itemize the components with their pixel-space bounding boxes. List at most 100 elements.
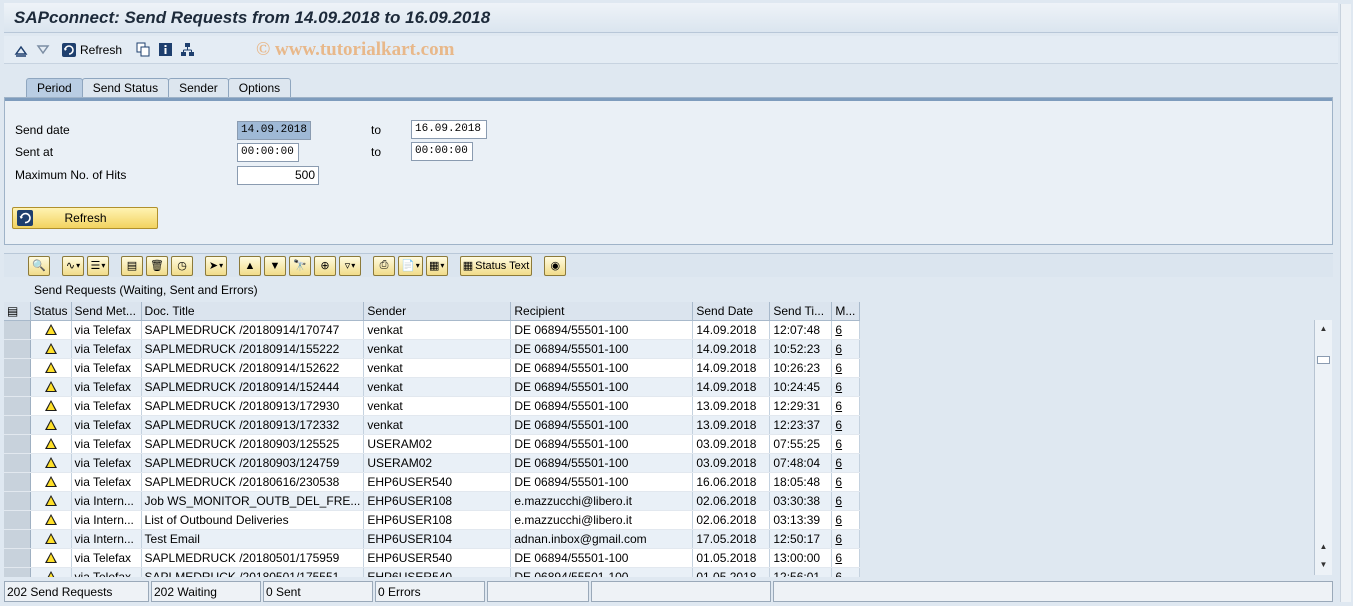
col-status[interactable]: Status xyxy=(30,302,72,321)
table-row[interactable]: via Telefax SAPLMEDRUCK /20180616/230538 E… xyxy=(4,472,861,492)
send-icon[interactable]: ➤ xyxy=(205,255,227,276)
table-row[interactable]: via Telefax SAPLMEDRUCK /20180903/124759 U… xyxy=(4,453,861,473)
row-selector[interactable] xyxy=(4,453,31,473)
info-icon[interactable] xyxy=(156,41,174,59)
table-row[interactable]: via Intern... List of Outbound Deliveries… xyxy=(4,510,861,530)
row-selector[interactable] xyxy=(4,548,31,568)
print-doc-icon[interactable]: ▤ xyxy=(121,255,143,276)
tab-send-status[interactable]: Send Status xyxy=(81,78,170,98)
sort-descending-icon[interactable]: ▼ xyxy=(264,255,286,276)
filter-icon[interactable]: ▿ xyxy=(339,255,361,276)
scroll-thumb[interactable] xyxy=(1317,356,1330,364)
row-selector[interactable] xyxy=(4,377,31,397)
m-cell[interactable]: 6 xyxy=(831,548,861,568)
print-icon[interactable]: ⎙ xyxy=(373,255,395,276)
sent-at-to-input[interactable]: 00:00:00 xyxy=(411,142,473,161)
graphic-icon[interactable]: ◉ xyxy=(544,255,567,276)
row-selector[interactable] xyxy=(4,472,31,492)
m-cell[interactable]: 6 xyxy=(831,453,861,473)
status-text-button[interactable]: ▦ Status Text xyxy=(459,255,533,276)
m-cell[interactable]: 6 xyxy=(831,320,861,340)
tab-options[interactable]: Options xyxy=(227,78,292,98)
select-icon[interactable]: ☰ xyxy=(87,255,109,276)
selection-panel: Send date 14.09.2018 to 16.09.2018 Sent … xyxy=(4,97,1333,245)
row-selector[interactable] xyxy=(4,434,31,454)
col-m[interactable]: M... xyxy=(831,302,861,321)
col-send-date[interactable]: Send Date xyxy=(692,302,771,321)
col-doc-title[interactable]: Doc. Title xyxy=(141,302,365,321)
row-selector[interactable] xyxy=(4,320,31,340)
clock-icon[interactable]: ◷ xyxy=(171,255,193,276)
m-cell[interactable]: 6 xyxy=(831,415,861,435)
table-row[interactable]: via Intern... Job WS_MONITOR_OUTB_DEL_FRE… xyxy=(4,491,861,511)
scroll-page-up-icon[interactable]: ▲ xyxy=(1315,538,1332,555)
sender-cell: venkat xyxy=(363,377,512,397)
col-recipient[interactable]: Recipient xyxy=(510,302,694,321)
m-cell[interactable]: 6 xyxy=(831,567,861,577)
scroll-down-icon[interactable]: ▼ xyxy=(1315,556,1332,573)
col-sender[interactable]: Sender xyxy=(363,302,512,321)
m-cell[interactable]: 6 xyxy=(831,434,861,454)
warning-icon xyxy=(44,361,57,373)
row-selector[interactable] xyxy=(4,567,31,577)
m-cell[interactable]: 6 xyxy=(831,358,861,378)
details-icon[interactable]: 🔍 xyxy=(28,255,50,276)
table-row[interactable]: via Telefax SAPLMEDRUCK /20180914/152444 v… xyxy=(4,377,861,397)
table-row[interactable]: via Telefax SAPLMEDRUCK /20180903/125525 U… xyxy=(4,434,861,454)
warning-icon xyxy=(44,513,57,525)
row-selector[interactable] xyxy=(4,491,31,511)
m-cell[interactable]: 6 xyxy=(831,396,861,416)
table-row[interactable]: via Telefax SAPLMEDRUCK /20180913/172332 v… xyxy=(4,415,861,435)
hierarchy-icon[interactable] xyxy=(178,41,196,59)
m-cell[interactable]: 6 xyxy=(831,529,861,549)
refresh-button[interactable]: Refresh xyxy=(12,207,158,229)
status-empty-2 xyxy=(591,581,771,602)
find-icon[interactable]: 🔭 xyxy=(289,255,311,276)
layout-icon[interactable]: ▦ xyxy=(425,255,448,276)
expand-all-icon[interactable] xyxy=(34,41,52,59)
m-cell[interactable]: 6 xyxy=(831,510,861,530)
table-row[interactable]: via Telefax SAPLMEDRUCK /20180914/155222 v… xyxy=(4,339,861,359)
table-row[interactable]: via Intern... Test Email EHP6USER104 adnan.… xyxy=(4,529,861,549)
window-scrollbar[interactable] xyxy=(1340,4,1351,602)
refresh-toolbar-button[interactable]: Refresh xyxy=(60,41,122,59)
table-row[interactable]: via Telefax SAPLMEDRUCK /20180501/175959 E… xyxy=(4,548,861,568)
col-send-time[interactable]: Send Ti... xyxy=(769,302,833,321)
send-date-from-input[interactable]: 14.09.2018 xyxy=(237,120,311,140)
m-cell[interactable]: 6 xyxy=(831,472,861,492)
export-icon[interactable]: 📄 xyxy=(398,255,423,276)
row-selector[interactable] xyxy=(4,510,31,530)
delete-icon[interactable]: 🗑 xyxy=(146,255,168,276)
vertical-scrollbar[interactable]: ▲ ▲ ▼ xyxy=(1314,320,1332,575)
recipient-cell: DE 06894/55501-100 xyxy=(510,320,694,340)
m-cell[interactable]: 6 xyxy=(831,491,861,511)
tab-sender[interactable]: Sender xyxy=(168,78,229,98)
col-send-method[interactable]: Send Met... xyxy=(71,302,142,321)
copy-icon[interactable] xyxy=(134,41,152,59)
max-hits-input[interactable]: 500 xyxy=(237,165,319,185)
scroll-up-icon[interactable]: ▲ xyxy=(1315,320,1332,337)
collapse-all-icon[interactable] xyxy=(12,41,30,59)
row-selector[interactable] xyxy=(4,396,31,416)
sent-at-from-input[interactable]: 00:00:00 xyxy=(237,142,299,162)
send-date-to-input[interactable]: 16.09.2018 xyxy=(411,120,487,139)
sort-ascending-icon[interactable]: ▲ xyxy=(239,255,261,276)
row-selector[interactable] xyxy=(4,529,31,549)
table-row[interactable]: via Telefax SAPLMEDRUCK /20180501/175551 E… xyxy=(4,567,861,577)
row-selector[interactable] xyxy=(4,415,31,435)
tab-period[interactable]: Period xyxy=(26,78,83,98)
sender-cell: EHP6USER104 xyxy=(363,529,512,549)
send-time-cell: 07:48:04 xyxy=(769,453,833,473)
m-cell[interactable]: 6 xyxy=(831,339,861,359)
table-row[interactable]: via Telefax SAPLMEDRUCK /20180913/172930 v… xyxy=(4,396,861,416)
m-cell[interactable]: 6 xyxy=(831,377,861,397)
filter-criteria-icon[interactable]: ∿ xyxy=(62,255,84,276)
row-selector[interactable] xyxy=(4,358,31,378)
table-row[interactable]: via Telefax SAPLMEDRUCK /20180914/152622 v… xyxy=(4,358,861,378)
find-next-icon[interactable]: ⊕ xyxy=(314,255,336,276)
doc-title-cell: SAPLMEDRUCK /20180914/170747 xyxy=(141,320,365,340)
row-selector[interactable] xyxy=(4,339,31,359)
select-all-icon[interactable]: ▤ xyxy=(4,302,31,321)
table-row[interactable]: via Telefax SAPLMEDRUCK /20180914/170747 v… xyxy=(4,320,861,340)
send-method-cell: via Intern... xyxy=(71,491,142,511)
